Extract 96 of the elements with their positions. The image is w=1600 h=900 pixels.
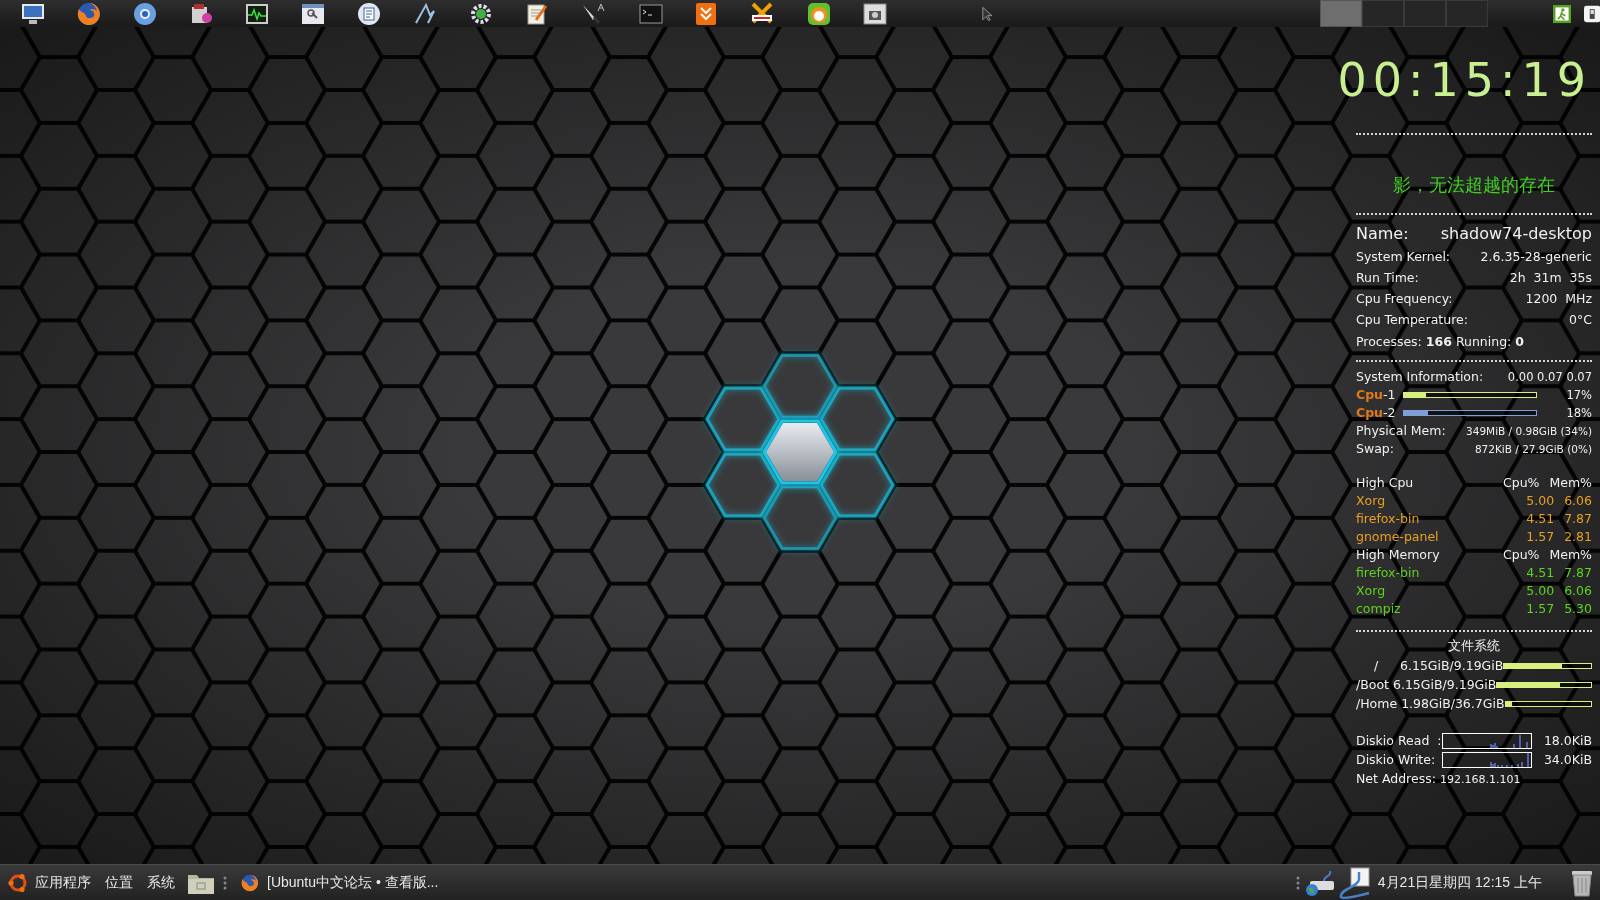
info-value: 349MiB / 0.98GiB (34%) xyxy=(1466,424,1592,439)
cpu-percent: 1.57 xyxy=(1526,528,1555,546)
diskio-value: 34.0KiB xyxy=(1543,751,1592,769)
diskio-value: 18.0KiB xyxy=(1543,732,1592,750)
mount-path: /Boot xyxy=(1356,676,1389,694)
package-icon[interactable] xyxy=(189,1,213,26)
processes-text: Processes: 166 Running: 0 xyxy=(1356,333,1525,351)
handle-icon[interactable] xyxy=(1295,874,1300,891)
cpu-percent: 1.57 xyxy=(1526,600,1555,618)
ubuntu-logo-icon[interactable] xyxy=(7,871,29,894)
globe-icon[interactable] xyxy=(133,1,157,26)
disk-usage: 6.15GiB/9.19GiB xyxy=(1400,657,1504,675)
section-title: 文件系统 xyxy=(1448,637,1500,655)
screenshot-icon[interactable] xyxy=(863,2,887,25)
chat-icon[interactable] xyxy=(749,1,775,26)
mount-path: / xyxy=(1372,657,1380,675)
mem-percent: 7.87 xyxy=(1564,510,1592,528)
exit-icon[interactable] xyxy=(1552,2,1571,25)
info-label: System Kernel: xyxy=(1356,248,1451,266)
panel-menu[interactable]: 位置 xyxy=(105,872,133,893)
diskio-label: Diskio Write: xyxy=(1356,751,1437,769)
document-icon[interactable] xyxy=(357,1,381,26)
section-title: High Memory xyxy=(1356,546,1440,564)
browser-icon xyxy=(241,873,259,892)
workspace-cell[interactable] xyxy=(1361,0,1404,27)
cpu-label: Cpu xyxy=(1356,404,1384,422)
feather-icon[interactable] xyxy=(413,1,437,26)
cpu-reading: 17% xyxy=(1566,387,1592,404)
info-label: Cpu Frequency: xyxy=(1356,290,1453,308)
disk-usage: 6.15GiB/9.19GiB xyxy=(1393,676,1497,694)
disk-usage: 1.98GiB/36.7GiB xyxy=(1401,695,1505,713)
info-value: 2.6.35-28-generic xyxy=(1480,248,1592,266)
name-value: shadow74-desktop xyxy=(1440,223,1592,245)
mem-percent: 2.81 xyxy=(1564,528,1592,546)
process-name: firefox-bin xyxy=(1356,510,1420,528)
info-label: Run Time: xyxy=(1356,269,1419,287)
column-header: Mem% xyxy=(1549,474,1592,492)
process-name: gnome-panel xyxy=(1356,528,1439,546)
workspace-cell[interactable] xyxy=(1319,0,1362,27)
gear-icon[interactable] xyxy=(469,1,493,26)
workspace-cell[interactable] xyxy=(1445,0,1488,27)
taskbar-button[interactable]: [Ubuntu中文论坛 • 查看版... xyxy=(237,867,443,898)
process-name: Xorg xyxy=(1356,492,1386,510)
panel-menu[interactable]: 系统 xyxy=(147,872,175,893)
workspace-cell[interactable] xyxy=(1403,0,1446,27)
smiley-icon[interactable] xyxy=(807,1,831,26)
text-editor-icon[interactable] xyxy=(525,1,549,26)
mem-percent: 6.06 xyxy=(1564,582,1592,600)
handle-icon[interactable] xyxy=(223,874,227,891)
info-label: Cpu Temperature: xyxy=(1356,311,1468,329)
cable-plug-icon[interactable] xyxy=(1337,866,1372,899)
process-name: Xorg xyxy=(1356,582,1386,600)
mem-percent: 6.06 xyxy=(1564,492,1592,510)
cpu-percent: 5.00 xyxy=(1526,492,1555,510)
cpu-percent: 4.51 xyxy=(1526,564,1555,582)
process-name: compiz xyxy=(1356,600,1401,618)
column-header: Mem% xyxy=(1549,546,1592,564)
terminal-icon[interactable] xyxy=(639,3,663,24)
cpu-percent: 5.00 xyxy=(1526,582,1555,600)
diskio-label: Diskio Read : xyxy=(1356,732,1442,750)
info-label: Swap: xyxy=(1356,440,1394,458)
net-label: Net Address: xyxy=(1356,770,1436,788)
cpu-percent: 4.51 xyxy=(1526,510,1555,528)
section-title: High Cpu xyxy=(1356,474,1414,492)
monitor-icon[interactable] xyxy=(21,2,45,25)
browser-icon[interactable] xyxy=(77,1,101,26)
trash-icon[interactable] xyxy=(1570,868,1594,897)
info-label: System Information: xyxy=(1356,368,1484,386)
name-label: Name: xyxy=(1356,223,1409,245)
column-header: Cpu% xyxy=(1503,474,1540,492)
process-name: firefox-bin xyxy=(1356,564,1420,582)
mem-percent: 7.87 xyxy=(1564,564,1592,582)
info-value: 0°C xyxy=(1569,311,1592,329)
window-icon[interactable] xyxy=(301,2,325,25)
system-monitor-icon[interactable] xyxy=(245,2,269,25)
info-label: Physical Mem: xyxy=(1356,422,1446,440)
toggle-icon[interactable] xyxy=(1583,3,1600,24)
cpu-label: Cpu xyxy=(1356,386,1384,404)
cpu-reading: 18% xyxy=(1566,405,1592,422)
motto-text: 影，无法超越的存在 xyxy=(1393,173,1555,197)
info-value: 1200 MHz xyxy=(1525,290,1592,308)
cursor-arrow-icon xyxy=(982,4,994,23)
mem-percent: 5.30 xyxy=(1564,600,1592,618)
ip-address: 192.168.1.101 xyxy=(1439,772,1521,788)
conky-clock: 00:15:19 xyxy=(1337,57,1592,103)
mount-path: /Home xyxy=(1356,695,1398,713)
load-average: 0.00 0.07 0.07 xyxy=(1507,369,1592,386)
info-value: 2h 31m 35s xyxy=(1509,269,1592,287)
network-icon[interactable] xyxy=(1303,868,1336,897)
panel-clock[interactable]: 4月21日星期四 12:15 上午 xyxy=(1377,872,1542,893)
column-header: Cpu% xyxy=(1503,546,1540,564)
cpu-number: -2 xyxy=(1383,404,1397,422)
download-icon[interactable] xyxy=(695,1,717,26)
info-value: 872KiB / 27.9GiB (0%) xyxy=(1474,442,1592,457)
panel-menu[interactable]: 应用程序 xyxy=(35,872,91,893)
cpu-number: -1 xyxy=(1383,386,1397,404)
